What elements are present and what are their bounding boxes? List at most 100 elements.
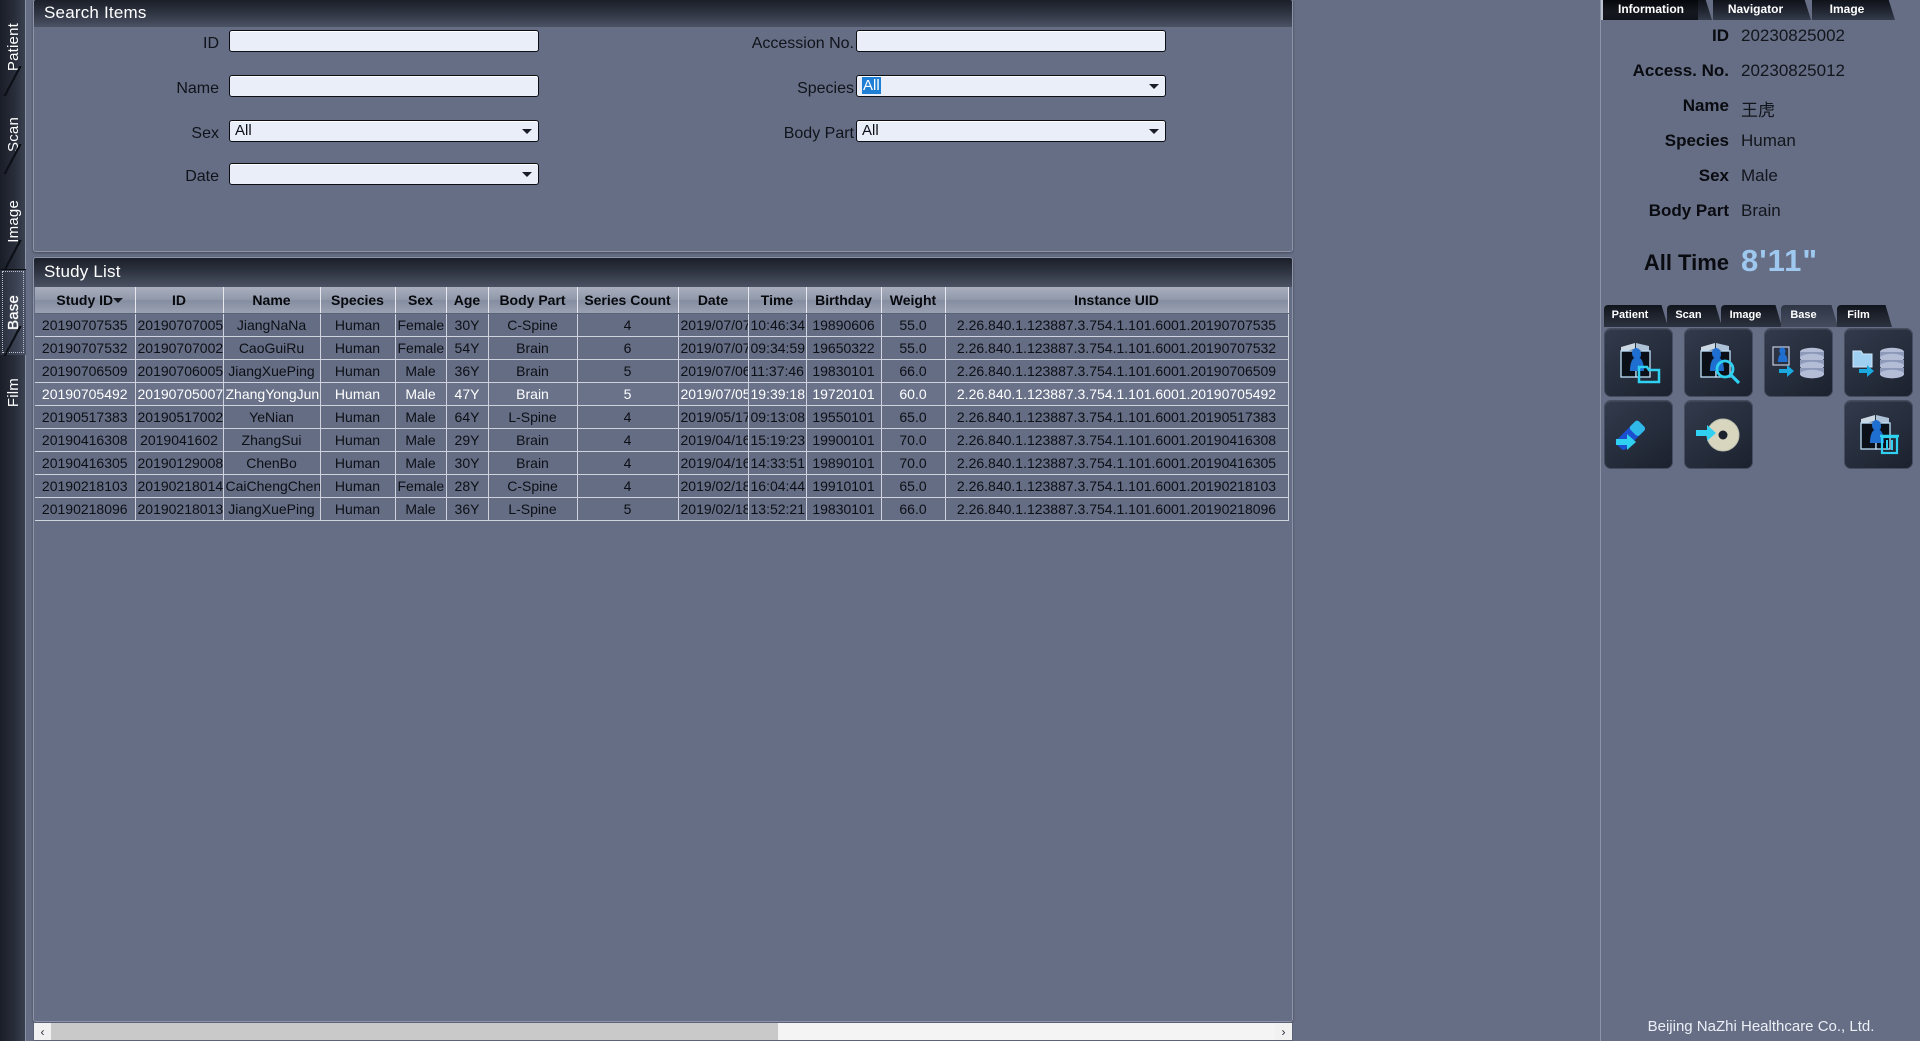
table-row[interactable]: 20190218103 20190218014 CaiChengCheng Human… — [35, 474, 1289, 498]
table-row[interactable]: 20190218096 20190218013 JiangXuePing Human M… — [35, 497, 1289, 521]
search-bodypart-combo[interactable]: All — [856, 120, 1166, 142]
search-species-combo[interactable]: All — [856, 75, 1166, 97]
info-label-sex: Sex — [1698, 166, 1729, 185]
cell-name: ChenBo — [223, 451, 321, 475]
delete-study-button[interactable] — [1844, 400, 1913, 469]
table-row[interactable]: 20190416308 2019041602 ZhangSui Human Male 29… — [35, 428, 1289, 452]
cell-age: 54Y — [446, 336, 489, 360]
search-sex-label: Sex — [191, 125, 219, 142]
tab-image[interactable]: Image — [1812, 0, 1882, 20]
scrollbar-thumb[interactable] — [51, 1023, 778, 1040]
table-row[interactable]: 20190707535 20190707005 JiangNaNa Human Fema… — [35, 313, 1289, 337]
search-species-label: Species — [797, 80, 854, 97]
vertical-tab-patient-label: Patient — [4, 23, 22, 72]
search-name-input[interactable] — [229, 75, 539, 97]
burn-to-disc-button[interactable] — [1684, 400, 1753, 469]
column-header-birthday[interactable]: Birthday — [806, 287, 882, 314]
cell-body-part: L-Spine — [488, 497, 578, 521]
fn-tab-patient[interactable]: Patient — [1604, 305, 1656, 327]
vertical-tab-patient[interactable]: Patient — [0, 0, 26, 96]
horizontal-scrollbar[interactable]: ‹ › — [33, 1022, 1293, 1041]
cell-birthday: 19550101 — [806, 405, 882, 429]
info-label-species: Species — [1664, 131, 1729, 150]
column-header-time[interactable]: Time — [748, 287, 807, 314]
search-items-panel: Search Items ID Name Sex All Date Access… — [33, 0, 1293, 252]
column-header-instance-uid[interactable]: Instance UID — [945, 287, 1289, 314]
fn-tab-film[interactable]: Film — [1837, 305, 1880, 327]
cell-sex: Male — [395, 359, 447, 383]
table-row[interactable]: 20190706509 20190706005 JiangXuePing Human M… — [35, 359, 1289, 383]
cell-species: Human — [320, 382, 396, 406]
cell-study-id: 20190707532 — [35, 336, 136, 360]
vertical-tab-base[interactable]: Base — [0, 269, 26, 356]
cell-instance-uid: 2.26.840.1.123887.3.754.1.101.6001.20190… — [945, 313, 1289, 337]
search-sex-combo[interactable]: All — [229, 120, 539, 142]
cell-birthday: 19890101 — [806, 451, 882, 475]
cell-birthday: 19650322 — [806, 336, 882, 360]
vertical-tab-film[interactable]: Film — [0, 355, 26, 430]
cell-series-count: 4 — [577, 405, 679, 429]
search-accession-label: Accession No. — [751, 35, 854, 52]
column-header-series-count[interactable]: Series Count — [577, 287, 679, 314]
cell-study-id: 20190416308 — [35, 428, 136, 452]
export-to-usb-button[interactable] — [1604, 400, 1673, 469]
fn-tab-base[interactable]: Base — [1781, 305, 1826, 327]
send-image-to-database-button[interactable] — [1764, 328, 1833, 397]
column-header-date[interactable]: Date — [678, 287, 749, 314]
column-header-body-part[interactable]: Body Part — [488, 287, 578, 314]
cell-birthday: 19890606 — [806, 313, 882, 337]
info-row-name: Name 王虎 — [1601, 96, 1920, 131]
cell-age: 47Y — [446, 382, 489, 406]
send-folder-to-database-button[interactable] — [1844, 328, 1913, 397]
study-list-body: 20190707535 20190707005 JiangNaNa Human Fema… — [35, 313, 1289, 521]
cell-species: Human — [320, 474, 396, 498]
chevron-down-icon — [522, 129, 532, 134]
scroll-right-arrow-icon[interactable]: › — [1275, 1023, 1292, 1040]
cell-body-part: Brain — [488, 336, 578, 360]
info-label-bodypart: Body Part — [1648, 201, 1729, 220]
table-row[interactable]: 20190707532 20190707002 CaoGuiRu Human Femal… — [35, 336, 1289, 360]
table-row[interactable]: 20190705492 20190705007 ZhangYongJun Human M… — [35, 382, 1289, 406]
cell-series-count: 5 — [577, 382, 679, 406]
table-row[interactable]: 20190517383 20190517002 YeNian Human Male 64Y… — [35, 405, 1289, 429]
fn-tab-image[interactable]: Image — [1721, 305, 1770, 327]
delete-study-icon — [1859, 414, 1899, 454]
cell-series-count: 4 — [577, 451, 679, 475]
tab-information[interactable]: Information — [1601, 0, 1699, 20]
table-row[interactable]: 20190416305 20190129008 ChenBo Human Male 30Y… — [35, 451, 1289, 475]
search-date-combo[interactable] — [229, 163, 539, 185]
tab-navigator[interactable]: Navigator — [1713, 0, 1798, 20]
column-header-study-id[interactable]: Study ID — [35, 287, 136, 314]
scrollbar-track[interactable] — [51, 1023, 1275, 1040]
search-species-value: All — [862, 77, 881, 94]
search-accession-input[interactable] — [856, 30, 1166, 52]
fn-tab-scan[interactable]: Scan — [1667, 305, 1710, 327]
vertical-tab-image[interactable]: Image — [0, 173, 26, 270]
cell-sex: Male — [395, 451, 447, 475]
search-id-input[interactable] — [229, 30, 539, 52]
query-study-button[interactable] — [1684, 328, 1753, 397]
function-tab-strip: Patient Scan Image Base Film — [1604, 305, 1920, 327]
cell-instance-uid: 2.26.840.1.123887.3.754.1.101.6001.20190… — [945, 474, 1289, 498]
cell-weight: 60.0 — [881, 382, 946, 406]
scroll-left-arrow-icon[interactable]: ‹ — [34, 1023, 51, 1040]
column-header-species[interactable]: Species — [320, 287, 396, 314]
vertical-tab-image-label: Image — [4, 199, 22, 243]
cell-id: 20190218013 — [135, 497, 224, 521]
vertical-tab-scan[interactable]: Scan — [0, 95, 26, 174]
cell-time: 10:46:34 — [748, 313, 807, 337]
query-study-icon — [1699, 342, 1740, 384]
column-header-name[interactable]: Name — [223, 287, 321, 314]
cell-birthday: 19720101 — [806, 382, 882, 406]
cell-name: JiangXuePing — [223, 497, 321, 521]
column-header-id[interactable]: ID — [135, 287, 224, 314]
column-header-weight[interactable]: Weight — [881, 287, 946, 314]
column-header-age[interactable]: Age — [446, 287, 489, 314]
cell-series-count: 4 — [577, 428, 679, 452]
info-value-id: 20230825002 — [1741, 26, 1846, 45]
study-list-grid-scroll[interactable]: Study ID ID Name Species Sex Age Body Part Seri… — [35, 287, 1291, 1020]
cell-study-id: 20190218103 — [35, 474, 136, 498]
open-study-button[interactable] — [1604, 328, 1673, 397]
cell-id: 20190129008 — [135, 451, 224, 475]
column-header-sex[interactable]: Sex — [395, 287, 447, 314]
